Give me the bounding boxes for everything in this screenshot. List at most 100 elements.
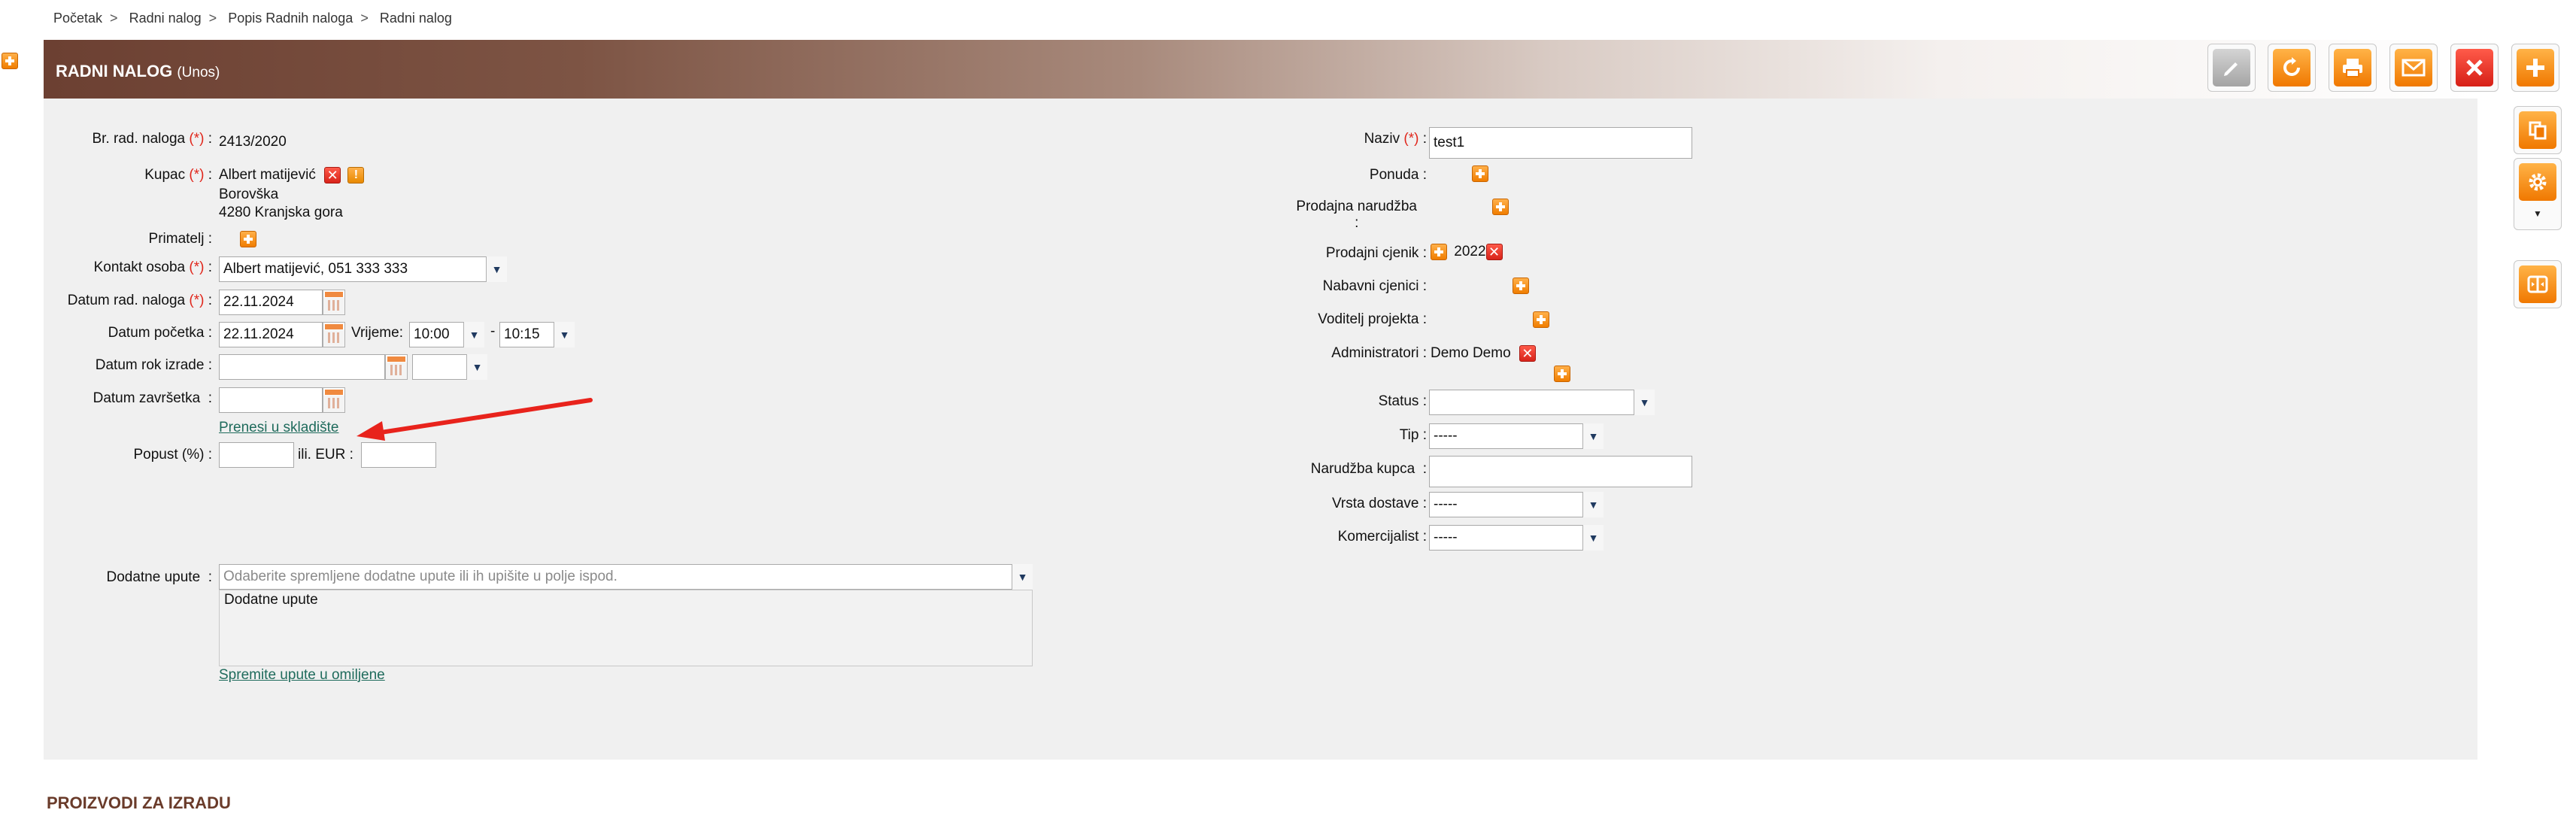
close-icon — [2456, 49, 2493, 86]
add-prodajni-cjenik-icon[interactable] — [1431, 244, 1447, 260]
prodajna-narudzba-label: Prodajna narudžba: — [1296, 199, 1417, 231]
br-rad-naloga-value: 2413/2020 — [219, 134, 287, 150]
chevron-down-icon: ▼ — [1634, 390, 1655, 415]
breadcrumb-item[interactable]: Radni nalog — [129, 11, 202, 26]
chevron-down-icon: ▼ — [1582, 423, 1604, 449]
email-icon — [2395, 49, 2432, 86]
breadcrumb-item[interactable]: Početak — [53, 11, 102, 26]
chevron-down-icon: ▼ — [1012, 564, 1033, 590]
datum-pocetka-label: Datum početka : — [108, 325, 212, 341]
datum-rok-time-select[interactable]: ▼ — [412, 354, 487, 380]
copy-icon — [2519, 111, 2556, 149]
spremite-upute-link[interactable]: Spremite upute u omiljene — [219, 667, 385, 684]
calendar-icon[interactable] — [385, 354, 408, 380]
ili-eur-label: ili. EUR : — [298, 447, 353, 463]
calendar-icon[interactable] — [323, 290, 345, 315]
dodatne-upute-label: Dodatne upute : — [106, 569, 212, 585]
vrsta-dostave-label: Vrsta dostave : — [1331, 496, 1427, 511]
expand-icon[interactable] — [2, 53, 18, 69]
kupac-city: 4280 Kranjska gora — [219, 205, 343, 220]
dodatne-upute-textarea[interactable]: Dodatne upute — [219, 590, 1033, 666]
print-button[interactable] — [2329, 44, 2377, 92]
datum-rok-label: Datum rok izrade : — [95, 357, 212, 373]
close-button[interactable] — [2450, 44, 2499, 92]
breadcrumb-item[interactable]: Radni nalog — [380, 11, 452, 26]
email-button[interactable] — [2389, 44, 2438, 92]
remove-cjenik-icon[interactable]: ✕ — [1485, 244, 1503, 260]
split-button[interactable] — [2514, 260, 2562, 308]
edit-button[interactable] — [2207, 44, 2256, 92]
calendar-icon[interactable] — [323, 387, 345, 413]
kupac-name: Albert matijević ✕ ! — [219, 167, 365, 184]
add-primatelj-icon[interactable] — [240, 231, 257, 247]
chevron-down-icon[interactable]: ▼ — [2514, 208, 2561, 219]
breadcrumb-item[interactable]: Popis Radnih naloga — [228, 11, 353, 26]
calendar-icon[interactable] — [323, 322, 345, 347]
tip-label: Tip : — [1399, 427, 1427, 443]
add-administrator-icon[interactable] — [1553, 366, 1570, 382]
primatelj-label: Primatelj : — [148, 231, 212, 247]
voditelj-label: Voditelj projekta : — [1318, 311, 1427, 327]
chevron-down-icon: ▼ — [463, 322, 484, 347]
remove-kupac-icon[interactable]: ✕ — [324, 167, 341, 184]
status-select[interactable]: ▼ — [1429, 390, 1655, 415]
add-nabavni-cjenici-icon[interactable] — [1513, 278, 1530, 294]
chevron-down-icon: ▼ — [1582, 492, 1604, 517]
datum-zavrsetka-label: Datum završetka : — [93, 390, 212, 406]
datum-rad-naloga-label: Datum rad. naloga (*) : — [67, 293, 212, 308]
settings-menu[interactable]: ▼ — [2514, 158, 2562, 230]
add-icon — [2517, 49, 2554, 86]
print-icon — [2334, 49, 2371, 86]
narudzba-kupca-input[interactable] — [1429, 456, 1692, 487]
popust-label: Popust (%) : — [133, 447, 212, 463]
prodajni-cjenik-value: 2022 ✕ — [1431, 244, 1503, 260]
add-prodajna-narudzba-icon[interactable] — [1491, 199, 1509, 215]
info-icon[interactable]: ! — [347, 167, 365, 184]
split-icon — [2519, 265, 2556, 303]
remove-administrator-icon[interactable]: ✕ — [1519, 345, 1536, 362]
page-header — [44, 40, 2477, 99]
prenesi-u-skladiste-link[interactable]: Prenesi u skladište — [219, 420, 338, 436]
narudzba-kupca-label: Narudžba kupca : — [1310, 461, 1427, 477]
dodatne-upute-select[interactable]: Odaberite spremljene dodatne upute ili i… — [219, 564, 1033, 590]
copy-button[interactable] — [2514, 106, 2562, 154]
ponuda-label: Ponuda : — [1369, 167, 1427, 183]
naziv-label: Naziv (*) : — [1364, 131, 1427, 147]
vrijeme-do-select[interactable]: 10:15 ▼ — [499, 322, 575, 347]
datum-rok-input[interactable] — [219, 354, 385, 380]
breadcrumb: Početak > Radni nalog > Popis Radnih nalog… — [53, 11, 452, 26]
datum-rad-naloga-input[interactable]: 22.11.2024 — [219, 290, 323, 315]
vrijeme-label: Vrijeme: — [351, 325, 403, 341]
popust-percent-input[interactable] — [219, 442, 294, 468]
vrijeme-od-select[interactable]: 10:00 ▼ — [409, 322, 484, 347]
popust-eur-input[interactable] — [361, 442, 436, 468]
tip-select[interactable]: ----- ▼ — [1429, 423, 1604, 449]
add-voditelj-icon[interactable] — [1533, 311, 1550, 328]
br-rad-naloga-label: Br. rad. naloga (*) : — [92, 131, 213, 147]
annotation-arrow — [357, 398, 593, 441]
kontakt-label: Kontakt osoba (*) : — [93, 259, 212, 275]
kontakt-select[interactable]: Albert matijević, 051 333 333 ▼ — [219, 256, 507, 282]
gear-icon — [2519, 163, 2556, 201]
kupac-label: Kupac (*) : — [144, 167, 212, 183]
datum-pocetka-input[interactable]: 22.11.2024 — [219, 322, 323, 347]
datum-zavrsetka-input[interactable] — [219, 387, 323, 413]
edit-icon — [2213, 49, 2250, 86]
chevron-down-icon: ▼ — [486, 256, 507, 282]
chevron-down-icon: ▼ — [466, 354, 487, 380]
administratori-label: Administratori : — [1331, 345, 1427, 361]
page-title: RADNI NALOG (Unos) — [56, 62, 220, 80]
vrijeme-dash: - — [490, 323, 496, 339]
refresh-button[interactable] — [2268, 44, 2316, 92]
add-button[interactable] — [2511, 44, 2559, 92]
administratori-value: Demo Demo ✕ — [1431, 345, 1536, 362]
prodajni-cjenik-label: Prodajni cjenik : — [1325, 245, 1427, 261]
naziv-input[interactable]: test1 — [1429, 127, 1692, 159]
komercijalist-label: Komercijalist : — [1337, 529, 1427, 545]
add-ponuda-icon[interactable] — [1471, 165, 1488, 182]
refresh-icon — [2273, 49, 2311, 86]
vrsta-dostave-select[interactable]: ----- ▼ — [1429, 492, 1604, 517]
komercijalist-select[interactable]: ----- ▼ — [1429, 525, 1604, 551]
nabavni-cjenici-label: Nabavni cjenici : — [1322, 278, 1427, 294]
kupac-street: Borovška — [219, 187, 279, 202]
